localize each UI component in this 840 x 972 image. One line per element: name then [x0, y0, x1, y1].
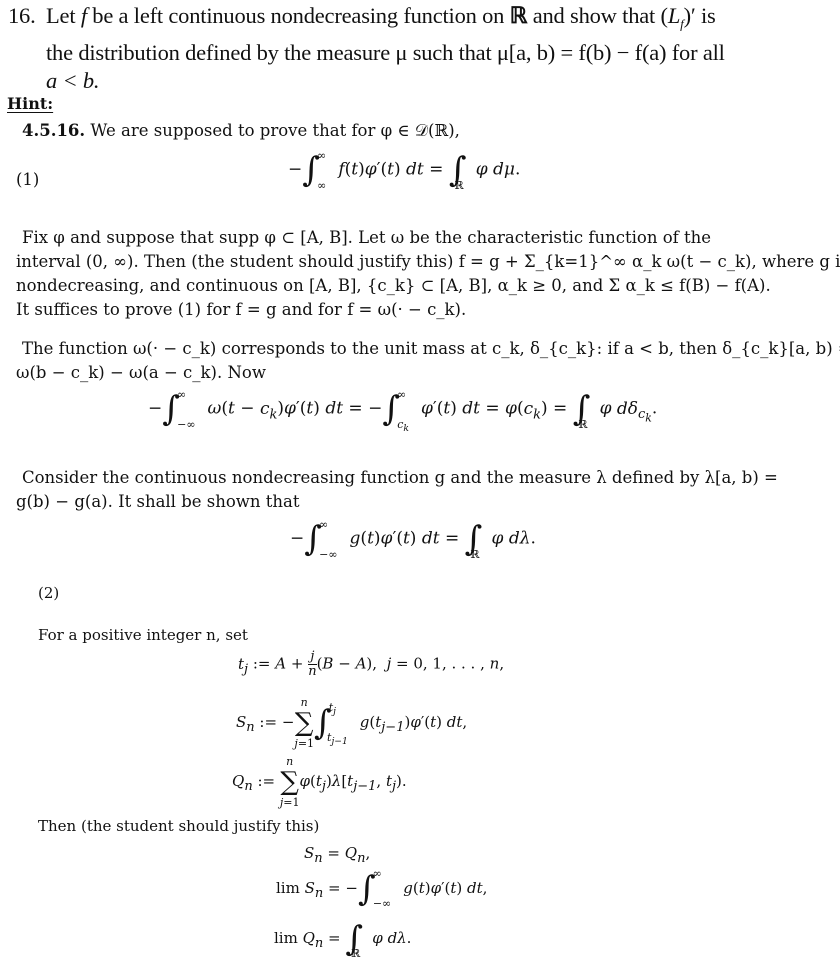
- hint-intro: 4.5.16. We are supposed to prove that fo…: [22, 121, 460, 140]
- result-2: lim Sn = −∫∞−∞g(t)φ′(t) dt,: [276, 867, 488, 910]
- problem-line-2: the distribution defined by the measure …: [46, 39, 725, 65]
- eq-delta: −∫∞−∞ω(t − ck)φ′(t) dt = −∫∞ckφ′(t) dt =…: [148, 387, 658, 434]
- hint-label: Hint:: [7, 94, 54, 113]
- def-tj: tj := A + j n (B − A), j = 0, 1, . . . , n…: [238, 649, 505, 679]
- result-1: Sn = Qn,: [304, 844, 371, 866]
- eq1: −∫∞∞f(t)φ′(t) dt = ∫ℝφ dμ.: [288, 148, 521, 192]
- paragraph-5: Then (the student should justify this): [38, 817, 320, 835]
- eq2: −∫∞−∞g(t)φ′(t) dt = ∫ℝφ dλ.: [290, 517, 536, 561]
- eq2-number: (2): [38, 584, 60, 602]
- problem-statement: 16. Let f be a left continuous nondecreas…: [8, 2, 828, 95]
- problem-line-3: a < b.: [46, 67, 100, 93]
- hint-ref: 4.5.16.: [22, 121, 86, 140]
- paragraph-4: For a positive integer n, set: [38, 626, 248, 644]
- problem-number: 16.: [8, 3, 36, 28]
- eq1-number: (1): [16, 170, 40, 189]
- problem-line-1: 16. Let f be a left continuous nondecreas…: [8, 3, 716, 32]
- def-Sn: Sn := − n ∑ j=1 ∫tjtj−1g(tj−1)φ′(t) dt,: [236, 696, 468, 750]
- result-3: lim Qn = ∫ℝφ dλ.: [274, 919, 412, 960]
- def-Qn: Qn := n ∑ j=1 φ(tj)λ[tj−1, tj).: [232, 755, 407, 809]
